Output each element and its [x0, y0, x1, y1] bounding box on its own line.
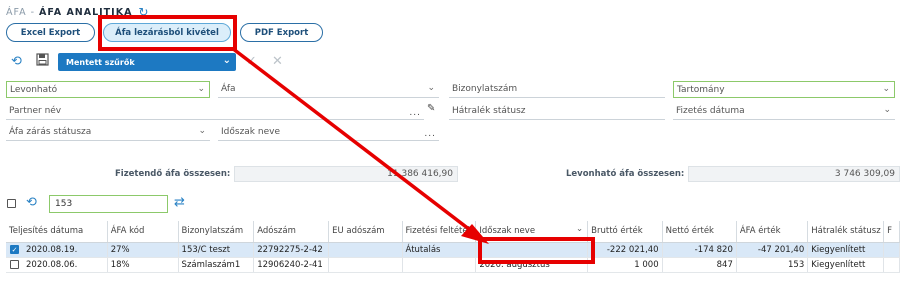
annotation-arrow [230, 46, 489, 244]
